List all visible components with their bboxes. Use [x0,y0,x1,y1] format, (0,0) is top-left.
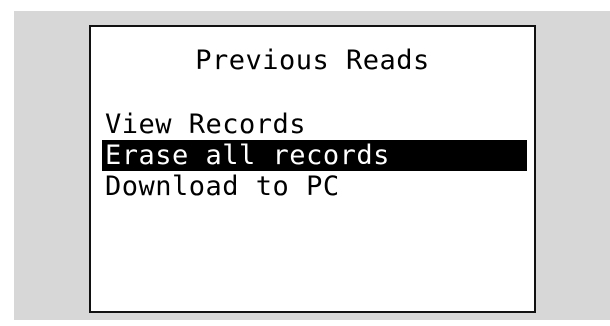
menu-item-erase-all-records[interactable]: Erase all records [102,140,527,171]
menu-item-download-to-pc[interactable]: Download to PC [102,171,527,202]
menu-item-view-records[interactable]: View Records [102,109,527,140]
screen-title: Previous Reads [195,45,430,76]
menu-list: View Records Erase all records Download … [102,109,527,202]
lcd-screen: Previous Reads View Records Erase all re… [89,25,536,313]
